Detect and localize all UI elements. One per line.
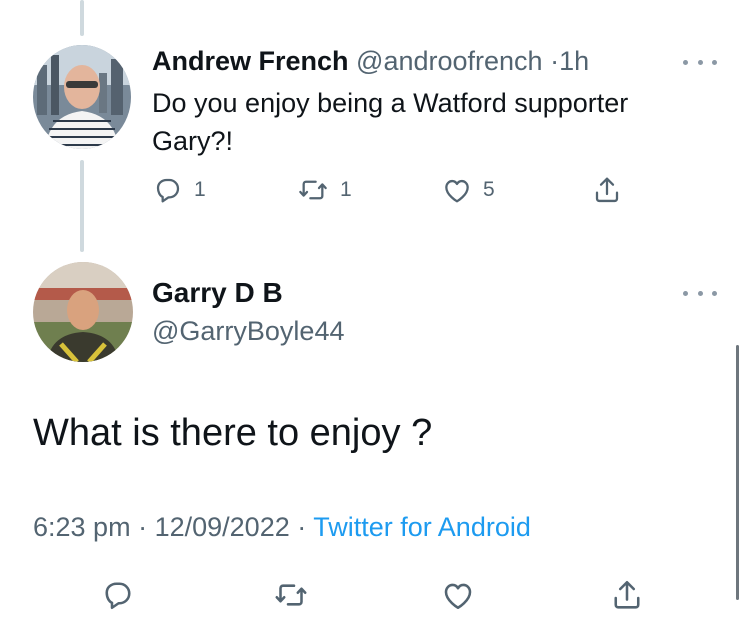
- reply-tweet-header: Andrew French @androofrench ·1h: [152, 44, 589, 78]
- tweet-time-ago[interactable]: 1h: [559, 46, 589, 76]
- retweet-button[interactable]: [272, 577, 310, 613]
- reply-button[interactable]: 1: [152, 174, 206, 206]
- retweet-icon: [275, 584, 307, 606]
- avatar-photo: [33, 262, 133, 362]
- share-icon: [595, 177, 619, 203]
- share-button[interactable]: [609, 577, 645, 613]
- retweet-button[interactable]: 1: [296, 174, 352, 206]
- reply-tweet-text: Do you enjoy being a Watford supporter G…: [152, 88, 629, 156]
- separator-dot: ·: [550, 46, 560, 76]
- like-button[interactable]: [440, 577, 476, 613]
- like-icon: [444, 583, 472, 610]
- author-handle[interactable]: @androofrench: [356, 46, 543, 76]
- share-button[interactable]: [591, 174, 623, 206]
- like-count: 5: [483, 178, 495, 201]
- share-icon: [614, 580, 640, 609]
- tweet-source-link[interactable]: Twitter for Android: [313, 512, 531, 542]
- author-name[interactable]: Garry D B: [152, 276, 283, 310]
- reply-button[interactable]: [100, 577, 136, 613]
- tweet-metadata: 6:23 pm · 12/09/2022 · Twitter for Andro…: [33, 510, 531, 544]
- like-button[interactable]: 5: [441, 174, 495, 206]
- author-name[interactable]: Andrew French: [152, 46, 349, 76]
- avatar-photo: [33, 45, 131, 149]
- retweet-count: 1: [340, 178, 352, 201]
- more-icon[interactable]: [683, 286, 717, 300]
- author-handle[interactable]: @GarryBoyle44: [152, 314, 344, 348]
- tweet-time[interactable]: 6:23 pm: [33, 512, 131, 542]
- more-icon[interactable]: [683, 55, 717, 69]
- avatar-andrew-french[interactable]: [33, 45, 131, 149]
- like-icon: [445, 179, 469, 203]
- main-tweet-text: What is there to enjoy ?: [33, 412, 433, 454]
- scrollbar[interactable]: [736, 345, 739, 600]
- reply-icon: [105, 582, 131, 610]
- thread-connector-line: [80, 0, 84, 36]
- reply-count: 1: [194, 178, 206, 201]
- thread-connector-line: [80, 160, 84, 252]
- avatar-garry-d-b[interactable]: [33, 262, 133, 362]
- separator-dot: ·: [297, 512, 307, 542]
- retweet-icon: [299, 180, 327, 200]
- reply-icon: [156, 178, 180, 203]
- tweet-date[interactable]: 12/09/2022: [155, 512, 290, 542]
- separator-dot: ·: [138, 512, 148, 542]
